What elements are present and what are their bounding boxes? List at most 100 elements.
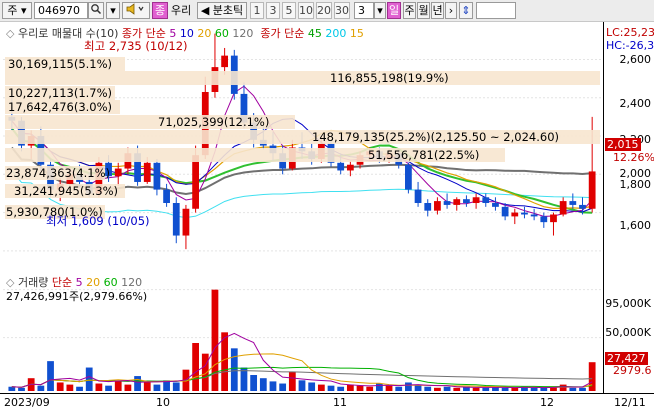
profile-label: 31,241,945(5.3%) xyxy=(14,184,119,198)
profile-band xyxy=(5,71,600,85)
candle-body xyxy=(337,162,345,171)
volume-bar xyxy=(327,385,335,391)
chevron-right-icon[interactable]: › xyxy=(445,2,457,19)
period-1-button[interactable]: 1 xyxy=(250,2,264,19)
candle-body xyxy=(588,171,596,209)
volume-bar xyxy=(66,384,74,391)
low-annotation: 최저 1,609 (10/05) xyxy=(46,214,150,228)
volume-bar xyxy=(95,383,103,391)
x-label: 2023/09 xyxy=(4,396,50,409)
toolbar: 주 ▾ 046970 ▾ 종 우리 ◀ 분초틱 1 3 5 10 20 30 3… xyxy=(0,0,654,22)
tab-year[interactable]: 년 xyxy=(431,2,444,19)
x-label: 11 xyxy=(333,396,347,409)
volume-bar xyxy=(346,384,354,391)
volume-bar xyxy=(259,378,267,391)
tab-day[interactable]: 일 xyxy=(387,2,401,19)
speaker-icon[interactable] xyxy=(122,2,150,19)
stock-name: 우리 xyxy=(171,4,192,17)
volume-legend-ma-60: 60 xyxy=(103,276,118,289)
search-icon[interactable] xyxy=(88,2,104,19)
period-5-button[interactable]: 5 xyxy=(282,2,296,19)
stock-list-button[interactable]: ▾ xyxy=(106,2,120,19)
volume-average: 2979.6 xyxy=(613,364,652,377)
volume-bar xyxy=(395,386,403,391)
volume-bar xyxy=(405,382,412,391)
period-10-button[interactable]: 10 xyxy=(298,2,314,19)
candle-body xyxy=(221,55,229,68)
candle-body xyxy=(501,206,509,217)
candle-body xyxy=(482,197,490,204)
updown-arrow-icon[interactable]: ⇕ xyxy=(459,2,473,19)
candle-body xyxy=(172,203,180,236)
profile-label: 71,025,399(12.1%) xyxy=(158,115,270,129)
candle-body xyxy=(434,201,441,211)
tab-week[interactable]: 주 xyxy=(403,2,416,19)
current-price-badge: 2,015 xyxy=(605,138,641,151)
candle-body xyxy=(579,204,586,209)
x-label: 12 xyxy=(540,396,554,409)
volume-bar xyxy=(453,387,461,391)
profile-label: 17,642,476(3.0%) xyxy=(8,100,113,114)
candle-body xyxy=(405,164,412,190)
tick-button[interactable]: ◀ 분초틱 xyxy=(197,2,247,19)
volume-total: 27,426,991주(2,979.66%) xyxy=(6,290,148,303)
stock-chart-window: 주 ▾ 046970 ▾ 종 우리 ◀ 분초틱 1 3 5 10 20 30 3… xyxy=(0,0,654,414)
period-dropdown-icon[interactable]: ▾ xyxy=(374,2,386,19)
price-tick: 1,800 xyxy=(619,178,652,191)
volume-bar xyxy=(114,381,122,391)
volume-bar xyxy=(153,384,161,391)
profile-label: 30,169,115(5.1%) xyxy=(8,57,113,71)
volume-bar xyxy=(279,383,287,391)
candle-body xyxy=(114,168,122,177)
candle-body xyxy=(346,164,354,171)
candle-body xyxy=(414,189,422,204)
profile-label: 10,227,113(1.7%) xyxy=(8,86,113,100)
volume-bar xyxy=(288,371,296,391)
volume-bar xyxy=(559,384,567,391)
candle-body xyxy=(492,203,499,207)
volume-tick: 50,000K xyxy=(605,326,651,339)
profile-label: 116,855,198(19.9%) xyxy=(330,71,449,85)
candle-body xyxy=(153,162,161,190)
volume-bar xyxy=(37,385,45,391)
volume-bar xyxy=(530,387,538,391)
legend-ma2-45: 45 xyxy=(307,27,322,40)
volume-bar xyxy=(134,376,141,391)
stock-code-input[interactable]: 046970 xyxy=(34,2,88,19)
extra-input[interactable] xyxy=(476,2,516,19)
volume-bar xyxy=(269,381,277,391)
volume-bar xyxy=(47,361,54,391)
right-axis: LC:25,23 HC:-26,3 2,600 2,400 2,200 2,00… xyxy=(603,22,654,414)
candle-body xyxy=(511,212,519,217)
volume-bar xyxy=(375,383,383,391)
volume-legend: ◇ 거래량 단순 5 20 60 120 xyxy=(6,276,143,289)
volume-bar xyxy=(588,362,596,391)
market-select[interactable]: 주 ▾ xyxy=(2,2,32,19)
candle-body xyxy=(472,197,480,204)
legend-ma-60: 60 xyxy=(214,27,229,40)
candle-body xyxy=(550,214,557,223)
volume-legend-title: 거래량 xyxy=(17,276,49,289)
x-axis: 2023/09 10 11 12 12/11 xyxy=(0,393,654,414)
volume-bar xyxy=(308,382,316,391)
volume-bar xyxy=(298,380,306,391)
volume-bar xyxy=(105,385,112,391)
candle-body xyxy=(463,199,470,204)
volume-bar xyxy=(569,387,577,391)
hc-readout: HC:-26,3 xyxy=(606,39,654,52)
volume-tick: 95,000K xyxy=(605,297,651,310)
period-30-button[interactable]: 30 xyxy=(334,2,350,19)
volume-bar xyxy=(124,384,132,391)
volume-bar xyxy=(143,382,151,391)
volume-bar xyxy=(337,386,345,391)
tab-month[interactable]: 월 xyxy=(417,2,430,19)
candle-body xyxy=(163,189,170,204)
volume-bar xyxy=(443,386,451,391)
period-3-button[interactable]: 3 xyxy=(266,2,280,19)
period-20-button[interactable]: 20 xyxy=(316,2,332,19)
volume-bar xyxy=(18,387,25,391)
profile-label: 51,556,781(22.5%) xyxy=(368,148,480,162)
candle-body xyxy=(443,201,451,205)
volume-bar xyxy=(221,332,229,391)
period-input[interactable]: 3 xyxy=(354,2,374,19)
